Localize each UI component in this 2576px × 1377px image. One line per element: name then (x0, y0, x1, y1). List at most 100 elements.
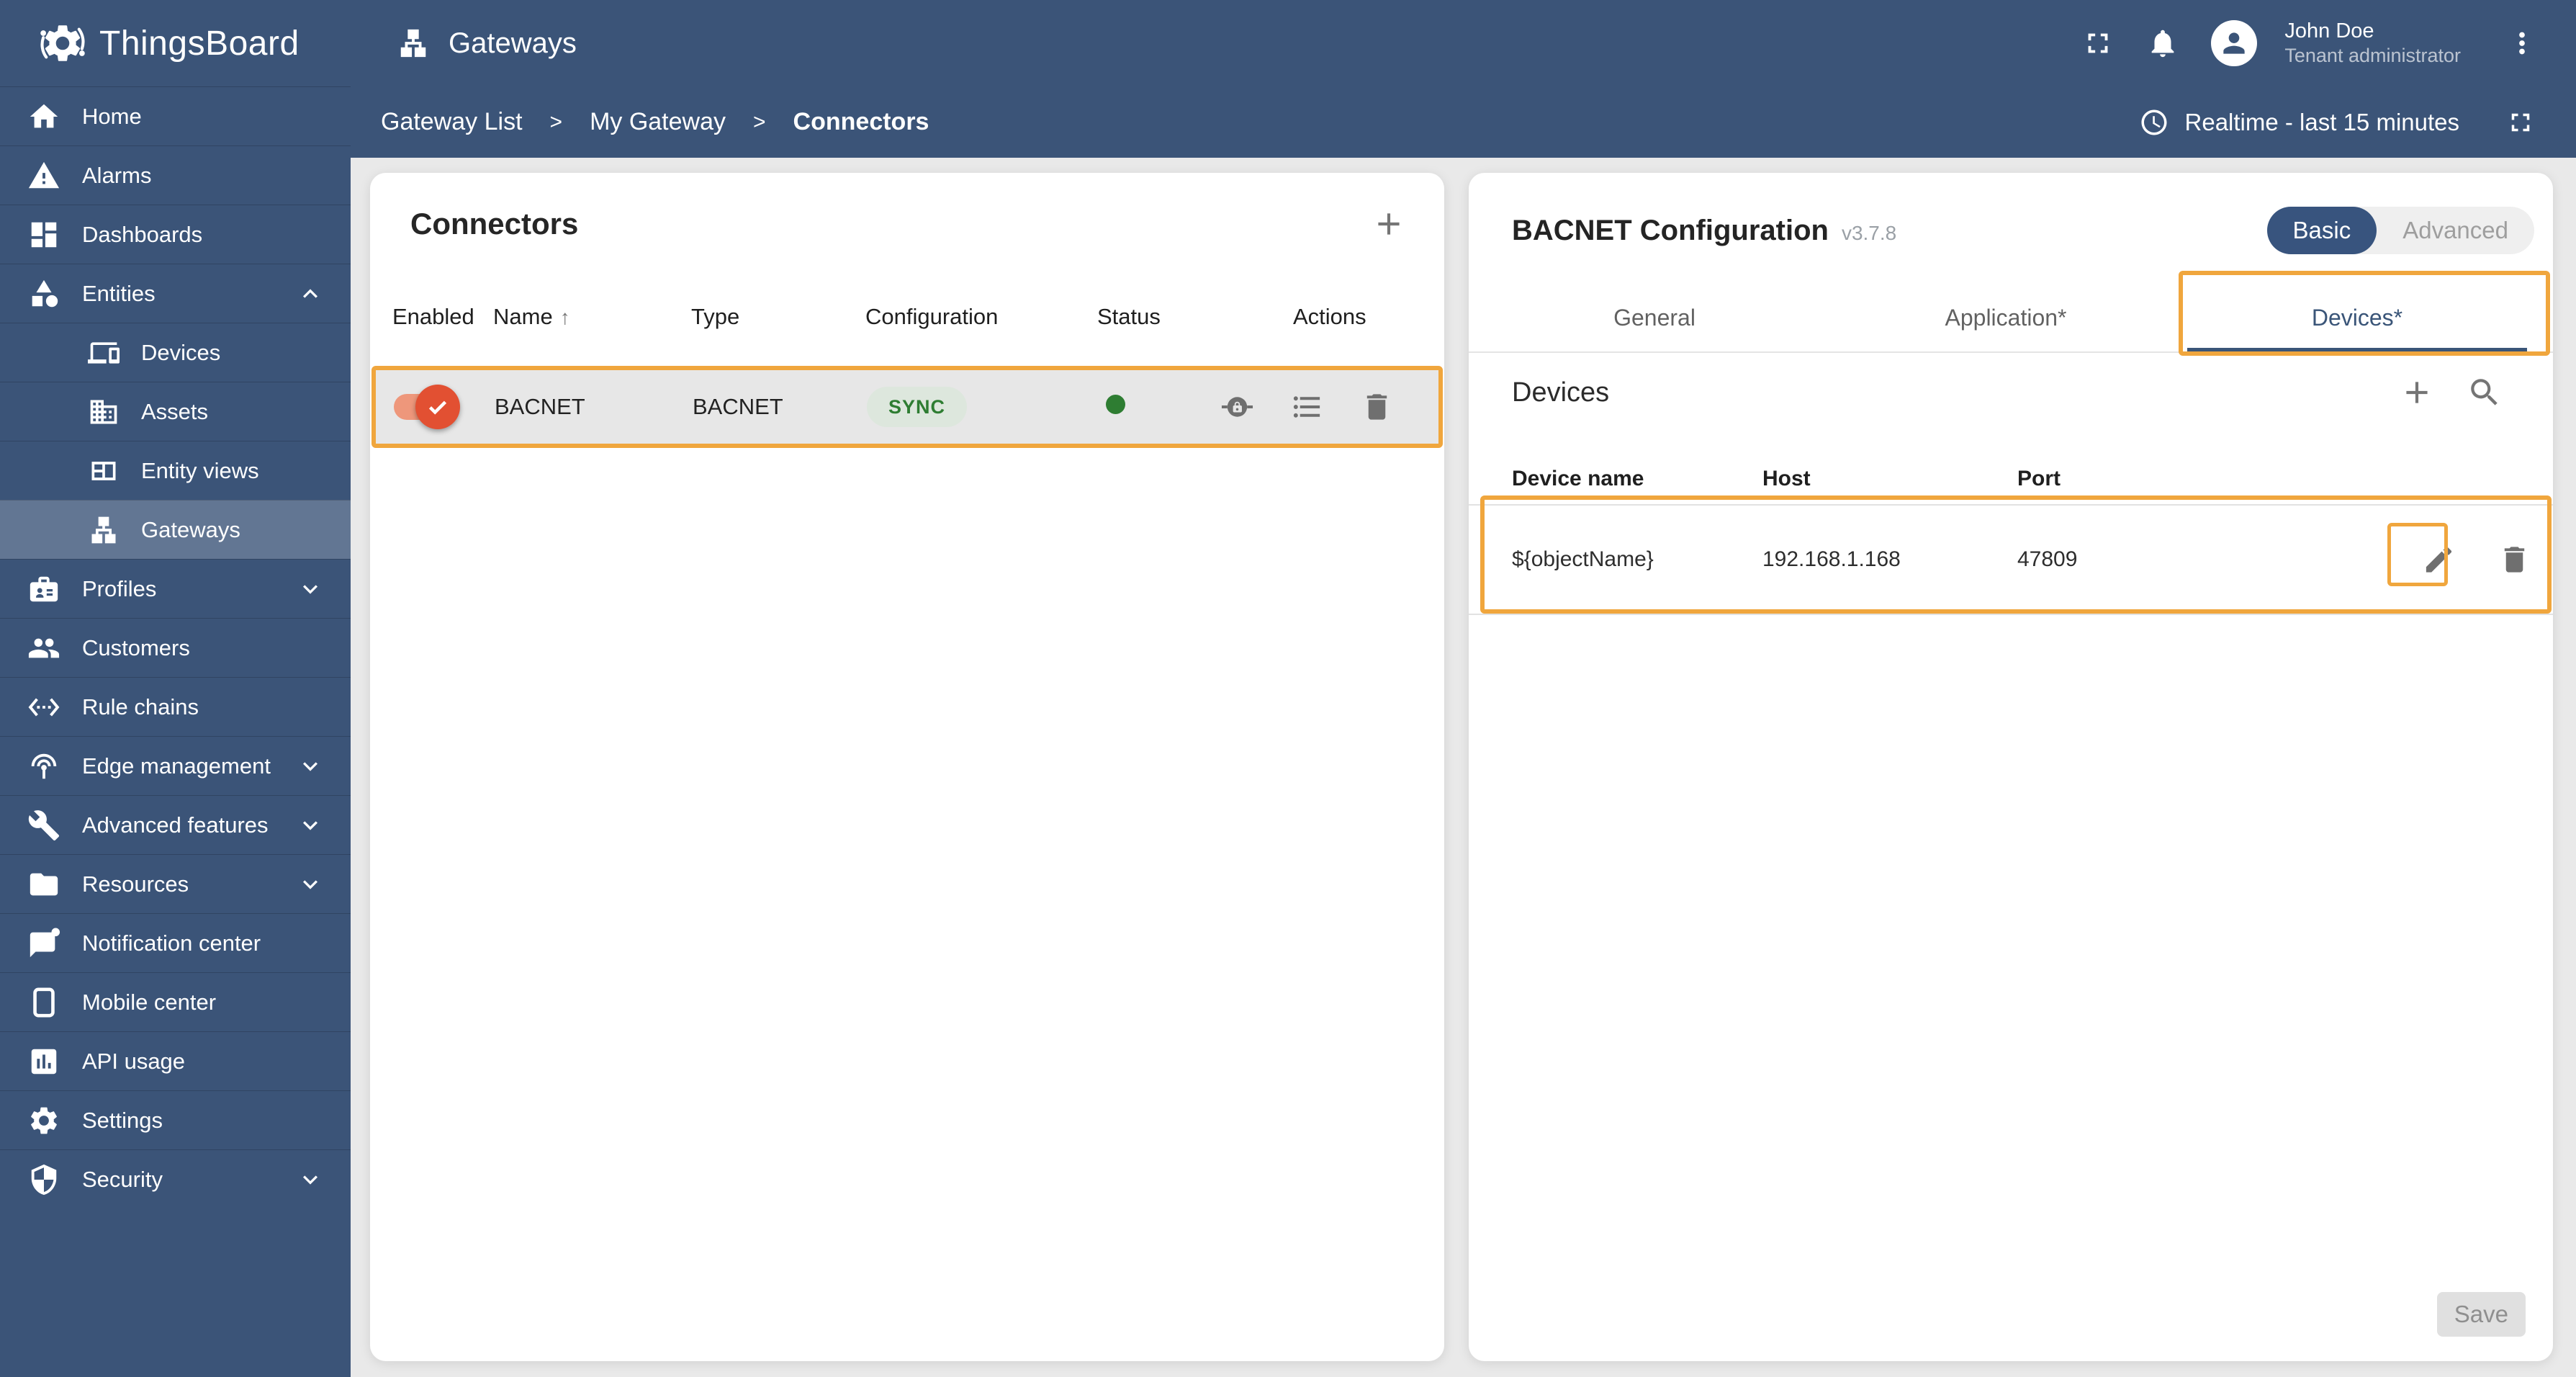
tab-application[interactable]: Application* (1830, 284, 2181, 351)
wrench-icon (28, 809, 60, 840)
device-row[interactable]: ${objectName} 192.168.1.168 47809 (1469, 504, 2553, 615)
connector-row-bacnet[interactable]: BACNET BACNET SYNC (371, 366, 1443, 448)
sidebar-item-label: Rule chains (82, 694, 199, 719)
tab-devices[interactable]: Devices* (2181, 284, 2533, 353)
connectors-title: Connectors (410, 207, 579, 241)
breadcrumb-bar: Gateway List > My Gateway > Connectors R… (351, 86, 2576, 158)
status-dot (1106, 395, 1125, 414)
chevron-down-icon[interactable] (296, 811, 325, 840)
notifications-bell-icon[interactable] (2146, 27, 2179, 60)
building-icon (90, 400, 117, 423)
pencil-icon[interactable] (2422, 543, 2456, 577)
save-button[interactable]: Save (2436, 1292, 2526, 1337)
topbar-actions: John Doe Tenant administrator (2081, 18, 2539, 68)
add-connector-button[interactable] (1371, 206, 1407, 242)
brand-logo[interactable]: ThingsBoard (0, 0, 351, 86)
sidebar-item-gateways[interactable]: Gateways (0, 500, 351, 559)
config-title: BACNET Configuration (1512, 214, 1829, 246)
chevron-up-icon[interactable] (296, 279, 325, 308)
sidebar-item-resources[interactable]: Resources (0, 854, 351, 913)
folder-icon (30, 873, 58, 895)
user-role: Tenant administrator (2284, 45, 2461, 67)
sidebar-item-label: Settings (82, 1107, 163, 1133)
connector-actions (1220, 390, 1394, 424)
sidebar-item-api-usage[interactable]: API usage (0, 1031, 351, 1090)
view-quilt-icon (91, 461, 116, 480)
bar-chart-icon (31, 1049, 57, 1074)
brand-name: ThingsBoard (99, 24, 300, 63)
devices-table-header: Device name Host Port (1469, 454, 2553, 504)
column-name[interactable]: Name ↑ (493, 304, 691, 330)
sidebar-item-label: Assets (141, 398, 209, 424)
mode-toggle[interactable]: Basic Advanced (2266, 207, 2534, 254)
sidebar-item-mobile-center[interactable]: Mobile center (0, 972, 351, 1031)
timewindow-label[interactable]: Realtime - last 15 minutes (2185, 109, 2459, 136)
sidebar-item-label: Gateways (141, 516, 240, 542)
fullscreen-icon[interactable] (2081, 27, 2115, 60)
sidebar-item-assets[interactable]: Assets (0, 382, 351, 441)
main-area: Gateways John Doe Tenant administrator G… (351, 0, 2576, 1377)
search-device-button[interactable] (2467, 374, 2503, 411)
sidebar-item-devices[interactable]: Devices (0, 323, 351, 382)
fullscreen-icon[interactable] (2505, 107, 2536, 138)
toggle-thumb (415, 385, 460, 429)
config-tabs: General Application* Devices* (1469, 284, 2553, 353)
more-vert-icon[interactable] (2505, 27, 2539, 60)
sidebar-item-entities[interactable]: Entities (0, 264, 351, 323)
notification-icon (30, 928, 60, 957)
sidebar-item-dashboards[interactable]: Dashboards (0, 205, 351, 264)
sidebar-item-notification-center[interactable]: Notification center (0, 913, 351, 972)
mode-advanced[interactable]: Advanced (2377, 207, 2534, 254)
sidebar-item-label: Entity views (141, 457, 259, 483)
trash-icon[interactable] (2498, 543, 2531, 577)
chevron-down-icon[interactable] (296, 752, 325, 781)
plus-icon (1378, 213, 1400, 235)
sidebar-item-security[interactable]: Security (0, 1149, 351, 1208)
connectors-header: Connectors (370, 173, 1444, 242)
mode-basic[interactable]: Basic (2266, 207, 2377, 254)
column-actions: Actions (1293, 304, 1366, 329)
devices-section-header: Devices (1469, 366, 2553, 419)
sidebar-item-label: Notification center (82, 930, 261, 956)
sidebar-item-label: API usage (82, 1048, 186, 1074)
tab-general[interactable]: General (1479, 284, 1830, 351)
sidebar-item-label: Resources (82, 871, 189, 897)
connectors-table-header: Enabled Name ↑ Type Configuration Status … (370, 294, 1444, 340)
breadcrumb-gateway-list[interactable]: Gateway List (381, 108, 523, 136)
chevron-down-icon[interactable] (296, 575, 325, 604)
chevron-down-icon[interactable] (296, 1165, 325, 1194)
chevron-down-icon[interactable] (296, 870, 325, 899)
device-actions (2422, 543, 2531, 577)
lan-icon (400, 29, 426, 58)
avatar[interactable] (2211, 20, 2258, 66)
mobile-icon (33, 987, 55, 1018)
sidebar-item-label: Entities (82, 280, 156, 306)
breadcrumb-my-gateway[interactable]: My Gateway (590, 108, 726, 136)
sidebar-item-profiles[interactable]: Profiles (0, 559, 351, 618)
device-name-cell: ${objectName} (1512, 547, 1654, 571)
rpc-icon[interactable] (1220, 390, 1254, 424)
sidebar-item-settings[interactable]: Settings (0, 1090, 351, 1149)
sidebar-item-alarms[interactable]: Alarms (0, 145, 351, 205)
sort-asc-icon: ↑ (559, 306, 570, 328)
trash-icon[interactable] (1360, 390, 1394, 424)
home-icon (30, 104, 58, 127)
add-device-button[interactable] (2399, 374, 2435, 411)
check-icon (428, 400, 447, 415)
list-icon[interactable] (1290, 390, 1324, 424)
sidebar-item-home[interactable]: Home (0, 86, 351, 145)
sidebar-item-label: Edge management (82, 753, 271, 779)
configuration-badge[interactable]: SYNC (867, 387, 968, 427)
sidebar-item-customers[interactable]: Customers (0, 618, 351, 677)
column-type: Type (691, 304, 740, 329)
sidebar-item-advanced-features[interactable]: Advanced features (0, 795, 351, 854)
sidebar-item-edge-management[interactable]: Edge management (0, 736, 351, 795)
sidebar-item-label: Advanced features (82, 812, 269, 838)
sidebar-item-entity-views[interactable]: Entity views (0, 441, 351, 500)
sidebar-nav: Home Alarms Dashboards Entities Devices (0, 86, 351, 1377)
sidebar: ThingsBoard Home Alarms Dashboards Entit… (0, 0, 351, 1377)
user-name: John Doe (2284, 19, 2374, 42)
content: Connectors Enabled Name ↑ Type Configurat… (351, 158, 2576, 1377)
enabled-toggle[interactable] (394, 385, 460, 429)
sidebar-item-rule-chains[interactable]: Rule chains (0, 677, 351, 736)
